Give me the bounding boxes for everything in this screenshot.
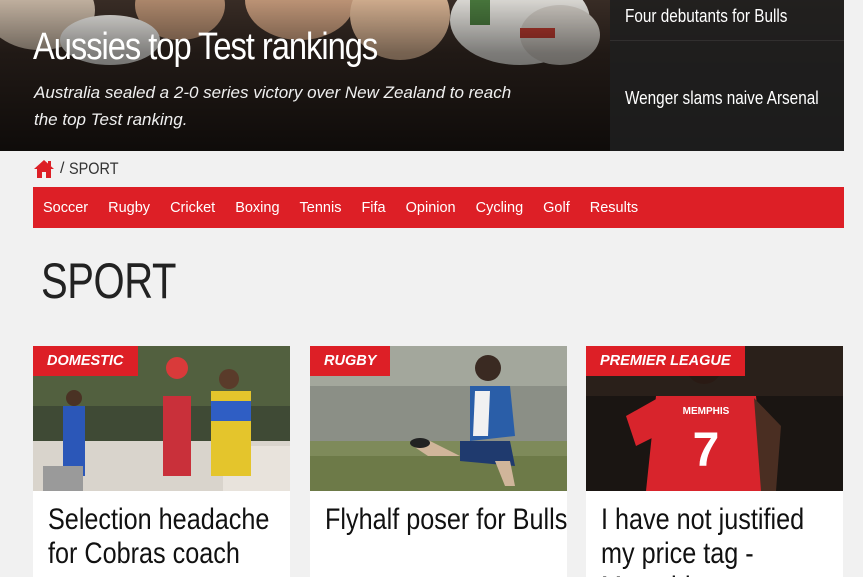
breadcrumb-separator: / bbox=[60, 160, 65, 177]
related-story-link[interactable]: Wenger slams naive Arsenal bbox=[625, 88, 819, 109]
nav-item-fifa[interactable]: Fifa bbox=[361, 200, 385, 216]
section-nav: Soccer Rugby Cricket Boxing Tennis Fifa … bbox=[33, 187, 844, 228]
nav-item-rugby[interactable]: Rugby bbox=[108, 200, 150, 216]
article-card[interactable]: RUGBY Flyhalf poser for Bulls bbox=[310, 346, 567, 577]
nav-item-results[interactable]: Results bbox=[590, 200, 638, 216]
article-card[interactable]: DOMESTIC Selection headache for Cobras c… bbox=[33, 346, 290, 577]
nav-item-cricket[interactable]: Cricket bbox=[170, 200, 215, 216]
shirt-number: 7 bbox=[693, 424, 720, 477]
article-headline[interactable]: Flyhalf poser for Bulls bbox=[325, 503, 567, 537]
shirt-name: MEMPHIS bbox=[683, 406, 730, 417]
category-tag[interactable]: DOMESTIC bbox=[33, 346, 138, 376]
article-headline[interactable]: I have not justified my price tag - Memp… bbox=[601, 503, 843, 577]
nav-item-opinion[interactable]: Opinion bbox=[406, 200, 456, 216]
nav-item-soccer[interactable]: Soccer bbox=[43, 200, 88, 216]
related-story-link[interactable]: Four debutants for Bulls bbox=[625, 6, 787, 27]
related-stories-list: Four debutants for Bulls Wenger slams na… bbox=[610, 0, 844, 151]
nav-item-golf[interactable]: Golf bbox=[543, 200, 570, 216]
breadcrumb-current: SPORT bbox=[69, 159, 119, 178]
hero-summary: Australia sealed a 2-0 series victory ov… bbox=[34, 83, 512, 129]
breadcrumb: / SPORT bbox=[33, 157, 128, 181]
hero-headline[interactable]: Aussies top Test rankings bbox=[33, 26, 378, 69]
category-tag[interactable]: RUGBY bbox=[310, 346, 391, 376]
home-icon[interactable] bbox=[33, 159, 55, 179]
hero-banner[interactable]: Aussies top Test rankings Australia seal… bbox=[0, 0, 844, 151]
page-title: SPORT bbox=[41, 253, 177, 309]
nav-item-cycling[interactable]: Cycling bbox=[476, 200, 524, 216]
nav-item-boxing[interactable]: Boxing bbox=[235, 200, 279, 216]
article-card[interactable]: PREMIER LEAGUE MEMPHIS 7 I have not just… bbox=[586, 346, 843, 577]
article-headline[interactable]: Selection headache for Cobras coach bbox=[48, 503, 290, 571]
category-tag[interactable]: PREMIER LEAGUE bbox=[586, 346, 745, 376]
nav-item-tennis[interactable]: Tennis bbox=[300, 200, 342, 216]
